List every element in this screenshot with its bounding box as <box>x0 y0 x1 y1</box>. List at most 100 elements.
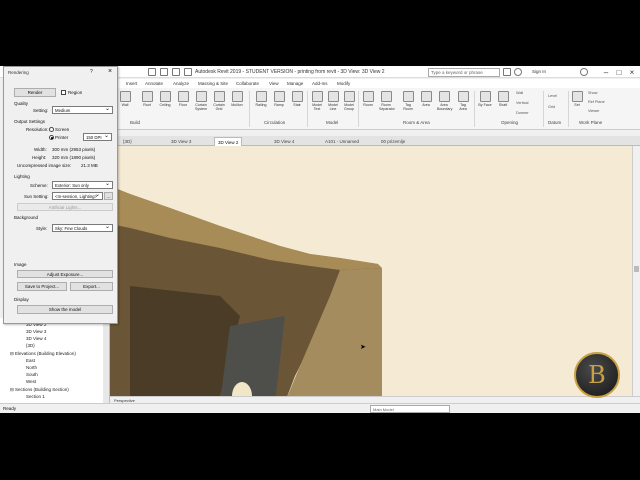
browser-group[interactable]: ⊟ Sections (Building Section) <box>10 387 69 393</box>
menu-add-ins[interactable]: Add-Ins <box>312 81 328 86</box>
menu-annotate[interactable]: Annotate <box>145 81 163 86</box>
by-face-icon <box>479 91 491 102</box>
menu-view[interactable]: View <box>269 81 279 86</box>
dormer-button[interactable]: Dormer <box>516 111 529 115</box>
printer-radio[interactable] <box>49 135 54 140</box>
menu-massing-site[interactable]: Massing & Site <box>198 81 228 86</box>
scroll-thumb[interactable] <box>634 266 639 272</box>
print-icon[interactable] <box>184 68 192 76</box>
minimize-button[interactable]: – <box>600 67 612 77</box>
sun-setting-browse-button[interactable]: … <box>104 192 113 200</box>
help-icon[interactable]: ? <box>90 69 93 75</box>
browser-item[interactable]: 3D View 3 <box>26 329 46 334</box>
browser-item[interactable]: {3D} <box>26 343 35 348</box>
mullion-button[interactable]: Mullion <box>230 91 244 117</box>
quality-setting-select[interactable]: Medium <box>52 106 113 114</box>
tab-3d-view-4[interactable]: 3D View 4 <box>271 137 297 146</box>
browser-item[interactable]: West <box>26 379 36 384</box>
tab-3d[interactable]: {3D} <box>120 137 135 146</box>
open-icon[interactable] <box>148 68 156 76</box>
menu-collaborate[interactable]: Collaborate <box>236 81 259 86</box>
dpi-select[interactable]: 150 DPI <box>83 133 112 141</box>
save-icon[interactable] <box>160 68 168 76</box>
wall-button[interactable]: Wall <box>118 91 132 117</box>
area-button[interactable]: Area <box>419 91 433 117</box>
floor-button[interactable]: Floor <box>176 91 190 117</box>
set-button[interactable]: Set <box>570 91 584 117</box>
tab-a101-unnamed[interactable]: A101 - Unnamed <box>322 137 362 146</box>
room-separator-button[interactable]: Room Separator <box>379 91 395 117</box>
render-button[interactable]: Render <box>14 88 56 97</box>
browser-item[interactable]: 3D View 4 <box>26 336 46 341</box>
browser-scrollbar[interactable] <box>103 318 109 403</box>
browser-item[interactable]: East <box>26 358 35 363</box>
tab-3d-view-2[interactable]: 3D View 2 <box>214 137 243 146</box>
browser-item[interactable]: North <box>26 365 37 370</box>
export-button[interactable]: Export... <box>70 282 113 291</box>
curtain-grid-button[interactable]: Curtain Grid <box>212 91 226 117</box>
browser-group[interactable]: ⊟ Elevations (Building Elevation) <box>10 351 76 357</box>
model-group-button[interactable]: Model Group <box>342 91 356 117</box>
curtain-system-button[interactable]: Curtain System <box>194 91 208 117</box>
undo-icon[interactable] <box>172 68 180 76</box>
by-face-button[interactable]: By Face <box>478 91 492 117</box>
show-button[interactable]: Show <box>588 91 598 95</box>
panel-opening[interactable]: Opening <box>501 120 518 125</box>
stair-button[interactable]: Stair <box>290 91 304 117</box>
maximize-button[interactable]: □ <box>613 67 625 77</box>
ref-plane-button[interactable]: Ref Plane <box>588 100 605 104</box>
user-icon[interactable] <box>514 68 522 76</box>
search-input[interactable]: Type a keyword or phrase <box>428 68 500 77</box>
menu-insert[interactable]: Insert <box>126 81 137 86</box>
wall-opening-button[interactable]: Wall <box>516 91 523 95</box>
tag-area-button[interactable]: Tag Area <box>456 91 470 117</box>
sign-in-link[interactable]: Sign In <box>532 69 546 74</box>
model-line-button[interactable]: Model Line <box>326 91 340 117</box>
artificial-lights-button[interactable]: Artificial Lights... <box>17 203 113 211</box>
sun-setting-field[interactable]: <In-session, Lighting> <box>52 192 103 200</box>
panel-build[interactable]: Build <box>130 120 140 125</box>
vertical-opening-button[interactable]: Vertical <box>516 101 528 105</box>
main-model-select[interactable]: Main Model <box>370 405 450 413</box>
ribbon-divider <box>543 91 544 127</box>
viewer-button[interactable]: Viewer <box>588 109 600 113</box>
save-to-project-button[interactable]: Save to Project... <box>17 282 67 291</box>
panel-work-plane[interactable]: Work Plane <box>579 120 602 125</box>
menu-modify[interactable]: Modify <box>337 81 350 86</box>
panel-room-area[interactable]: Room & Area <box>403 120 430 125</box>
tag-room-button[interactable]: Tag Room <box>401 91 415 117</box>
mullion-icon <box>231 91 243 102</box>
level-button[interactable]: Level <box>548 94 557 98</box>
tab-3d-view-3[interactable]: 3D View 3 <box>168 137 194 146</box>
region-checkbox[interactable] <box>61 90 66 95</box>
panel-circulation[interactable]: Circulation <box>264 120 285 125</box>
3d-viewport[interactable] <box>110 146 632 402</box>
railing-button[interactable]: Railing <box>254 91 268 117</box>
model-text-button[interactable]: Model Text <box>310 91 324 117</box>
grid-button[interactable]: Grid <box>548 105 555 109</box>
shaft-button[interactable]: Shaft <box>496 91 510 117</box>
browser-item[interactable]: South <box>26 372 38 377</box>
tab-00-prizemlje[interactable]: 00 prizemlje <box>378 137 408 146</box>
ramp-button[interactable]: Ramp <box>272 91 286 117</box>
sun-setting-label: Sun Setting: <box>24 194 49 199</box>
ceiling-button[interactable]: Ceiling <box>158 91 172 117</box>
room-button[interactable]: Room <box>361 91 375 117</box>
show-model-button[interactable]: Show the model <box>17 305 113 314</box>
roof-button[interactable]: Roof <box>140 91 154 117</box>
scheme-select[interactable]: Exterior: Sun only <box>52 181 113 189</box>
screen-radio[interactable] <box>49 127 54 132</box>
vertical-scrollbar[interactable] <box>632 146 640 402</box>
close-button[interactable]: × <box>626 67 638 77</box>
panel-model[interactable]: Model <box>326 120 338 125</box>
background-style-select[interactable]: Sky: Few Clouds <box>52 224 113 232</box>
adjust-exposure-button[interactable]: Adjust Exposure... <box>17 270 113 278</box>
binoculars-icon[interactable] <box>503 68 511 76</box>
panel-datum[interactable]: Datum <box>548 120 561 125</box>
help-icon[interactable] <box>580 68 588 76</box>
menu-manage[interactable]: Manage <box>287 81 303 86</box>
menu-analyze[interactable]: Analyze <box>173 81 189 86</box>
area-boundary-button[interactable]: Area Boundary <box>437 91 452 117</box>
close-icon[interactable]: × <box>108 68 112 75</box>
browser-item[interactable]: Section 1 <box>26 394 45 399</box>
